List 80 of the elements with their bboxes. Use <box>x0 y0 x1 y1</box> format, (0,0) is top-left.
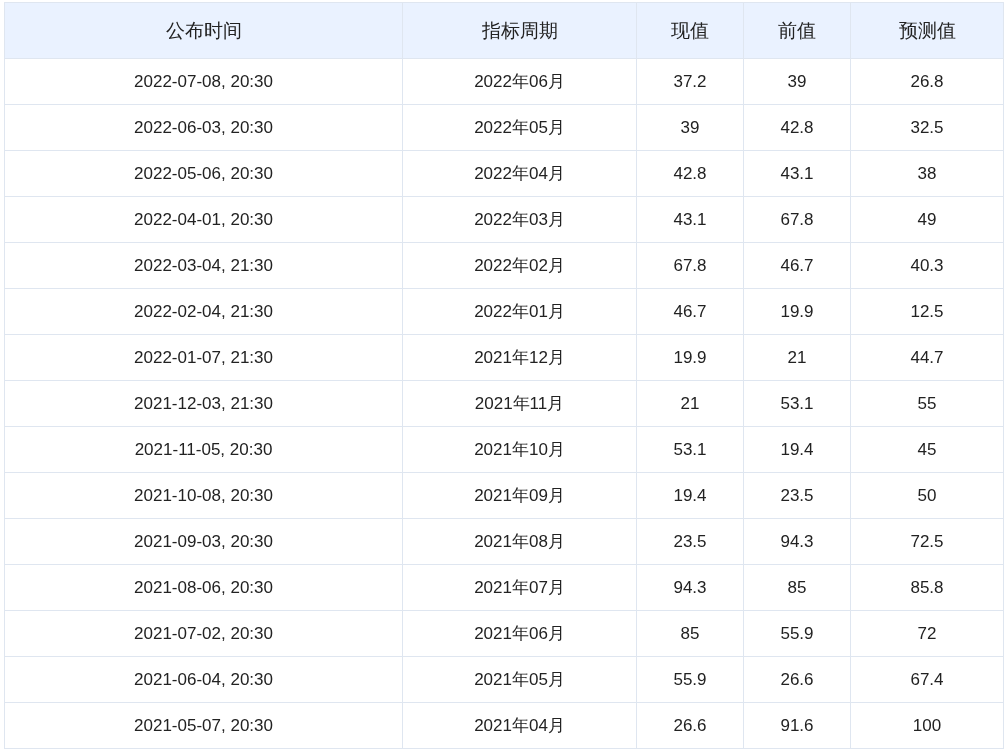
table-cell: 55.9 <box>743 610 851 657</box>
table-cell: 39 <box>743 58 851 105</box>
table-cell: 45 <box>850 426 1004 473</box>
column-header: 指标周期 <box>402 2 637 59</box>
column-header: 预测值 <box>850 2 1004 59</box>
table-cell: 32.5 <box>850 104 1004 151</box>
table-cell: 2022年06月 <box>402 58 637 105</box>
table-cell: 46.7 <box>743 242 851 289</box>
table-cell: 72 <box>850 610 1004 657</box>
table-cell: 85.8 <box>850 564 1004 611</box>
column-header: 现值 <box>636 2 744 59</box>
table-cell: 2022-04-01, 20:30 <box>4 196 403 243</box>
table-cell: 23.5 <box>743 472 851 519</box>
table-cell: 2021-11-05, 20:30 <box>4 426 403 473</box>
table-cell: 2021年10月 <box>402 426 637 473</box>
table-cell: 55 <box>850 380 1004 427</box>
table-cell: 19.9 <box>743 288 851 335</box>
column-header: 前值 <box>743 2 851 59</box>
table-cell: 39 <box>636 104 744 151</box>
table-cell: 85 <box>636 610 744 657</box>
table-cell: 72.5 <box>850 518 1004 565</box>
table-cell: 2021年05月 <box>402 656 637 703</box>
table-cell: 2022-05-06, 20:30 <box>4 150 403 197</box>
table-cell: 2022-03-04, 21:30 <box>4 242 403 289</box>
table-cell: 91.6 <box>743 702 851 749</box>
table-cell: 2022-02-04, 21:30 <box>4 288 403 335</box>
table-cell: 2021-07-02, 20:30 <box>4 610 403 657</box>
table-cell: 2022年02月 <box>402 242 637 289</box>
table-cell: 53.1 <box>743 380 851 427</box>
table-cell: 2021-10-08, 20:30 <box>4 472 403 519</box>
table-cell: 2022年05月 <box>402 104 637 151</box>
table-cell: 46.7 <box>636 288 744 335</box>
table-cell: 37.2 <box>636 58 744 105</box>
table-cell: 67.8 <box>636 242 744 289</box>
table-cell: 67.4 <box>850 656 1004 703</box>
table-cell: 94.3 <box>636 564 744 611</box>
table-cell: 100 <box>850 702 1004 749</box>
table-cell: 12.5 <box>850 288 1004 335</box>
table-cell: 67.8 <box>743 196 851 243</box>
table-cell: 19.4 <box>636 472 744 519</box>
table-cell: 43.1 <box>743 150 851 197</box>
table-cell: 2022年03月 <box>402 196 637 243</box>
table-cell: 23.5 <box>636 518 744 565</box>
table-cell: 21 <box>743 334 851 381</box>
table-cell: 2022年01月 <box>402 288 637 335</box>
table-cell: 2021-08-06, 20:30 <box>4 564 403 611</box>
table-cell: 49 <box>850 196 1004 243</box>
table-cell: 2021年07月 <box>402 564 637 611</box>
table-cell: 2021年04月 <box>402 702 637 749</box>
table-cell: 2022-07-08, 20:30 <box>4 58 403 105</box>
table-cell: 26.6 <box>743 656 851 703</box>
table-cell: 44.7 <box>850 334 1004 381</box>
table-cell: 21 <box>636 380 744 427</box>
table-cell: 2021年08月 <box>402 518 637 565</box>
table-cell: 19.9 <box>636 334 744 381</box>
table-cell: 42.8 <box>636 150 744 197</box>
table-cell: 2022-06-03, 20:30 <box>4 104 403 151</box>
table-cell: 43.1 <box>636 196 744 243</box>
table-cell: 2021-12-03, 21:30 <box>4 380 403 427</box>
table-cell: 85 <box>743 564 851 611</box>
table-cell: 2021年09月 <box>402 472 637 519</box>
table-cell: 2021年12月 <box>402 334 637 381</box>
table-cell: 53.1 <box>636 426 744 473</box>
table-cell: 2021-09-03, 20:30 <box>4 518 403 565</box>
table-cell: 19.4 <box>743 426 851 473</box>
table-cell: 26.8 <box>850 58 1004 105</box>
table-cell: 40.3 <box>850 242 1004 289</box>
table-cell: 2021年06月 <box>402 610 637 657</box>
table-cell: 94.3 <box>743 518 851 565</box>
table-cell: 2021-06-04, 20:30 <box>4 656 403 703</box>
table-cell: 50 <box>850 472 1004 519</box>
table-cell: 2021-05-07, 20:30 <box>4 702 403 749</box>
table-cell: 2022年04月 <box>402 150 637 197</box>
table-cell: 2022-01-07, 21:30 <box>4 334 403 381</box>
table-cell: 26.6 <box>636 702 744 749</box>
table-cell: 2021年11月 <box>402 380 637 427</box>
table-cell: 38 <box>850 150 1004 197</box>
column-header: 公布时间 <box>4 2 403 59</box>
table-cell: 42.8 <box>743 104 851 151</box>
table-cell: 55.9 <box>636 656 744 703</box>
